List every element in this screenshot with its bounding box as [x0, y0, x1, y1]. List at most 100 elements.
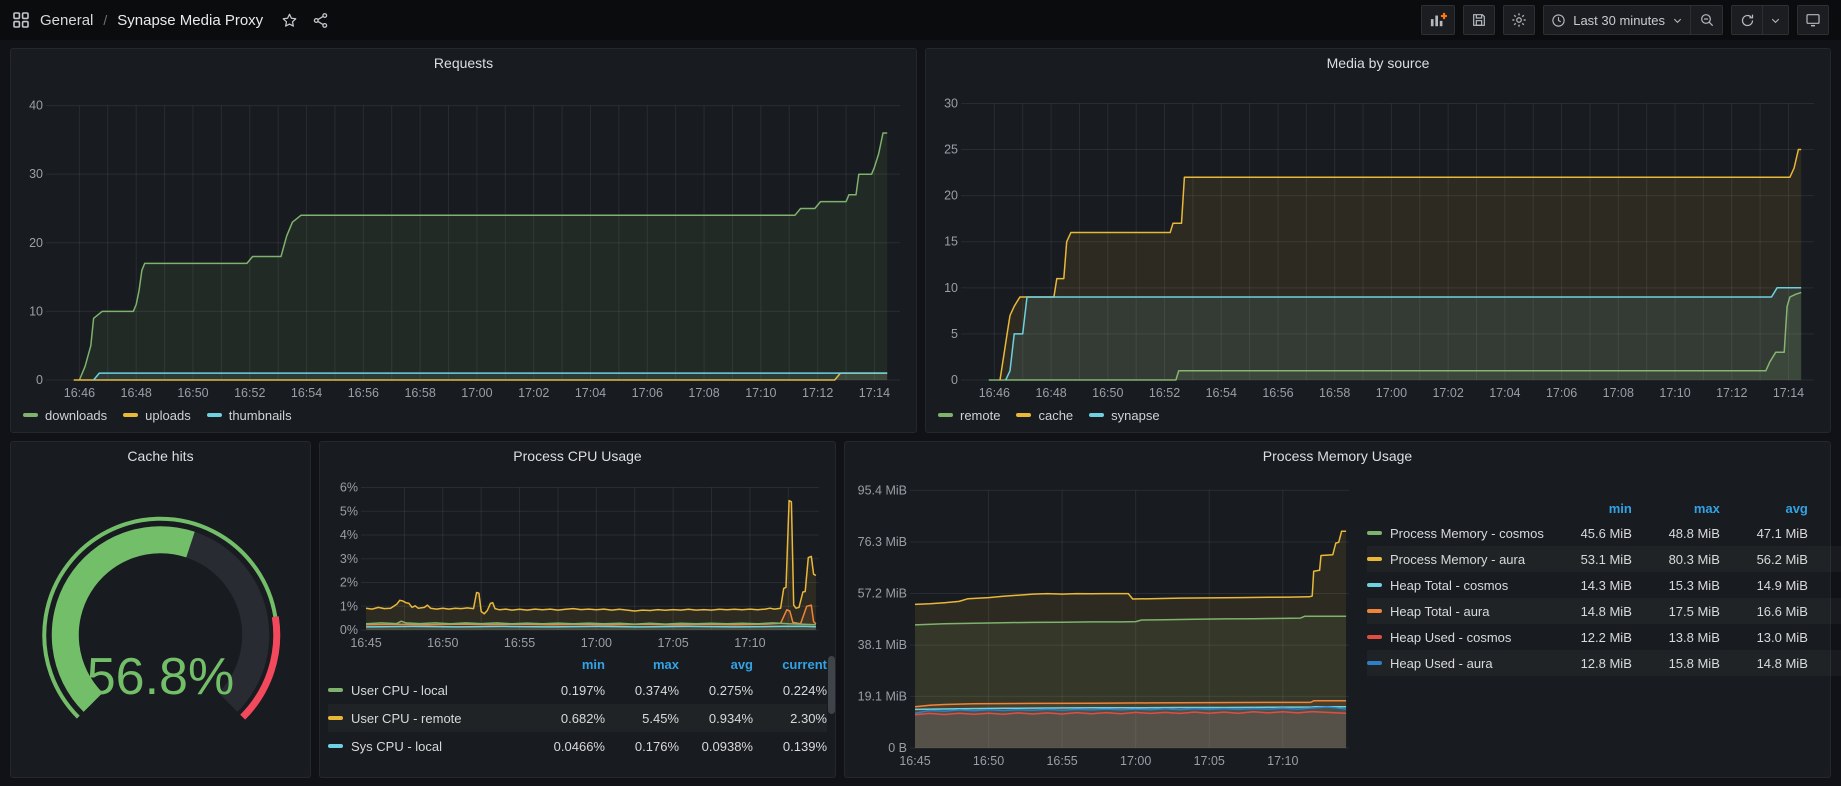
series-area-synapse [1006, 288, 1801, 380]
legend-value-max: 5.45% [605, 711, 679, 726]
legend-value-current: 15.3 MiB [1808, 578, 1841, 593]
zoom-out-time-button[interactable] [1691, 5, 1723, 35]
x-axis-tick: 17:06 [632, 386, 663, 400]
legend-header-avg[interactable]: avg [679, 657, 753, 672]
legend-table-row: Heap Total - aura14.8 MiB17.5 MiB16.6 Mi… [1367, 598, 1841, 624]
panel-title-media[interactable]: Media by source [926, 49, 1830, 77]
legend-series-toggle[interactable]: Heap Used - aura [1367, 656, 1544, 671]
legend-value-min: 12.2 MiB [1544, 630, 1632, 645]
dashboard-title[interactable]: Synapse Media Proxy [117, 12, 263, 29]
legend-item-cache[interactable]: cache [1016, 408, 1073, 423]
panel-title-cache-hits[interactable]: Cache hits [11, 442, 310, 470]
legend-label: cache [1038, 408, 1073, 423]
y-axis-tick: 76.3 MiB [858, 535, 907, 549]
legend-value-current: 17.5 MiB [1808, 604, 1841, 619]
panel-title-requests[interactable]: Requests [11, 49, 916, 77]
requests-legend: downloads uploads thumbnails [11, 402, 916, 428]
cache-hits-gauge: 56.8% [17, 470, 304, 770]
media-chart-canvas[interactable]: 05101520253016:4616:4816:5016:5216:5416:… [932, 77, 1824, 402]
legend-swatch [1367, 583, 1382, 587]
dashboard-settings-button[interactable] [1503, 5, 1535, 35]
y-axis-tick: 15 [944, 235, 958, 249]
legend-item-remote[interactable]: remote [938, 408, 1000, 423]
legend-header-current[interactable]: current [753, 657, 827, 672]
legend-header-avg[interactable]: avg [1720, 501, 1808, 516]
legend-value-current: 14.4 MiB [1808, 656, 1841, 671]
legend-item-thumbnails[interactable]: thumbnails [207, 408, 292, 423]
apps-grid-icon[interactable] [12, 11, 30, 29]
x-axis-tick: 16:55 [504, 636, 535, 650]
legend-table-row: Heap Total - cosmos14.3 MiB15.3 MiB14.9 … [1367, 572, 1841, 598]
x-axis-tick: 16:46 [64, 386, 95, 400]
y-axis-tick: 1% [340, 599, 358, 613]
breadcrumb-section[interactable]: General [40, 12, 93, 29]
legend-item-synapse[interactable]: synapse [1089, 408, 1159, 423]
x-axis-tick: 17:10 [1659, 386, 1690, 400]
x-axis-tick: 17:05 [657, 636, 688, 650]
share-icon[interactable] [312, 12, 329, 29]
y-axis-tick: 0 [36, 373, 43, 387]
panel-title-cpu[interactable]: Process CPU Usage [320, 442, 835, 470]
legend-header-max[interactable]: max [605, 657, 679, 672]
y-axis-tick: 40 [29, 99, 43, 113]
memory-panel-body: 0 B19.1 MiB38.1 MiB57.2 MiB76.3 MiB95.4 … [845, 470, 1830, 777]
legend-label: Sys CPU - local [351, 739, 442, 754]
refresh-button[interactable] [1731, 5, 1763, 35]
x-axis-tick: 17:00 [1120, 754, 1151, 768]
x-axis-tick: 16:58 [1319, 386, 1350, 400]
legend-value-min: 0.197% [531, 683, 605, 698]
y-axis-tick: 5% [340, 504, 358, 518]
legend-table-row: Sys CPU - local0.0466%0.176%0.0938%0.139… [328, 732, 827, 760]
legend-series-toggle[interactable]: Process Memory - cosmos [1367, 526, 1544, 541]
add-panel-button[interactable] [1421, 5, 1455, 35]
legend-header-current[interactable]: current [1808, 501, 1841, 516]
legend-swatch [1367, 557, 1382, 561]
legend-header-min[interactable]: min [1544, 501, 1632, 516]
panel-title-memory[interactable]: Process Memory Usage [845, 442, 1830, 470]
media-legend: remote cache synapse [926, 402, 1830, 428]
series-area-User CPU - remote [366, 501, 816, 630]
legend-value-min: 53.1 MiB [1544, 552, 1632, 567]
legend-swatch [207, 413, 222, 417]
cycle-view-mode-button[interactable] [1797, 5, 1829, 35]
legend-scrollbar[interactable] [828, 656, 835, 714]
cpu-legend-table: minmaxavgcurrent User CPU - local0.197% 0.… [320, 652, 835, 764]
x-axis-tick: 16:56 [1262, 386, 1293, 400]
chevron-down-icon [1770, 15, 1781, 26]
requests-chart-canvas[interactable]: 01020304016:4616:4816:5016:5216:5416:561… [17, 77, 910, 402]
series-area-thumbnails [94, 373, 888, 380]
legend-header-min[interactable]: min [531, 657, 605, 672]
time-range-picker[interactable]: Last 30 minutes [1543, 5, 1691, 35]
legend-series-toggle[interactable]: Heap Total - aura [1367, 604, 1544, 619]
memory-chart-canvas[interactable]: 0 B19.1 MiB38.1 MiB57.2 MiB76.3 MiB95.4 … [851, 470, 1359, 770]
legend-item-uploads[interactable]: uploads [123, 408, 191, 423]
x-axis-tick: 17:04 [575, 386, 606, 400]
y-axis-tick: 6% [340, 481, 358, 495]
y-axis-tick: 4% [340, 528, 358, 542]
legend-series-toggle[interactable]: Heap Used - cosmos [1367, 630, 1544, 645]
legend-value-current: 0.224% [753, 683, 827, 698]
x-axis-tick: 16:55 [1046, 754, 1077, 768]
x-axis-tick: 17:00 [581, 636, 612, 650]
legend-series-toggle[interactable]: Process Memory - aura [1367, 552, 1544, 567]
legend-swatch [1367, 609, 1382, 613]
save-dashboard-button[interactable] [1463, 5, 1495, 35]
legend-series-toggle[interactable]: Sys CPU - local [328, 739, 531, 754]
panel-process-cpu: Process CPU Usage 0%1%2%3%4%5%6%16:4516:… [319, 441, 836, 778]
legend-table-row: User CPU - remote0.682%5.45%0.934%2.30% [328, 704, 827, 732]
breadcrumb-separator: / [103, 12, 107, 28]
legend-series-toggle[interactable]: User CPU - remote [328, 711, 531, 726]
cpu-chart-canvas[interactable]: 0%1%2%3%4%5%6%16:4516:5016:5517:0017:051… [326, 470, 829, 652]
legend-value-current: 0.139% [753, 739, 827, 754]
star-icon[interactable] [281, 12, 298, 29]
legend-series-toggle[interactable]: User CPU - local [328, 683, 531, 698]
legend-table-row: Process Memory - aura53.1 MiB80.3 MiB56.… [1367, 546, 1841, 572]
legend-value-avg: 56.2 MiB [1720, 552, 1808, 567]
legend-series-toggle[interactable]: Heap Total - cosmos [1367, 578, 1544, 593]
series-area-downloads [79, 133, 887, 380]
legend-swatch [328, 744, 343, 748]
legend-item-downloads[interactable]: downloads [23, 408, 107, 423]
refresh-interval-dropdown[interactable] [1763, 5, 1789, 35]
legend-header-max[interactable]: max [1632, 501, 1720, 516]
series-line-User CPU - remote [366, 501, 816, 614]
